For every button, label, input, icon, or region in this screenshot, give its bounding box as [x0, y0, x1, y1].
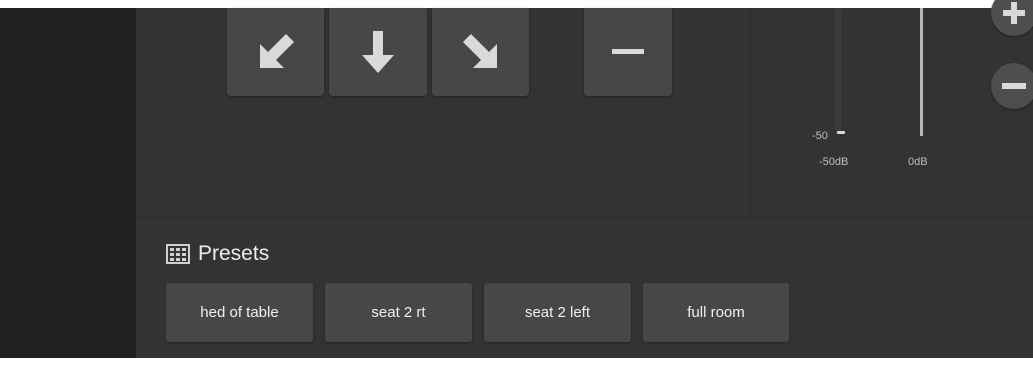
- minus-icon: [612, 49, 644, 54]
- volume-down-button[interactable]: [991, 63, 1033, 109]
- sidebar: [0, 8, 136, 358]
- pan-down-right-button[interactable]: [432, 8, 529, 96]
- panel-divider: [136, 217, 1033, 218]
- plus-icon: [1003, 2, 1025, 24]
- output-level-meter: [920, 8, 923, 136]
- volume-up-button[interactable]: [991, 0, 1033, 36]
- arrow-down-right-icon: [462, 34, 497, 68]
- audio-panel: -50 -50dB 0dB: [750, 0, 1033, 218]
- presets-heading: Presets: [166, 242, 269, 266]
- zoom-out-button[interactable]: [584, 8, 672, 96]
- channel-label-output: 0dB: [908, 156, 928, 168]
- pan-down-left-button[interactable]: [227, 8, 324, 96]
- presets-title: Presets: [198, 242, 270, 265]
- pan-down-button[interactable]: [329, 8, 427, 96]
- mic-level-slider-track[interactable]: [835, 8, 841, 134]
- app-frame: -50 -50dB 0dB Presets hed of table seat …: [0, 0, 1033, 366]
- mic-level-slider-thumb[interactable]: [837, 131, 845, 134]
- preset-button-hed-of-table[interactable]: hed of table: [166, 283, 313, 342]
- meter-scale-min-label: -50: [812, 130, 828, 142]
- grid-keypad-icon: [166, 244, 190, 264]
- minus-icon: [1002, 83, 1026, 89]
- camera-control-panel: [136, 8, 749, 218]
- channel-label-mic: -50dB: [819, 156, 849, 168]
- arrow-down-left-icon: [259, 34, 294, 68]
- preset-button-seat-2-rt[interactable]: seat 2 rt: [325, 283, 472, 342]
- preset-button-full-room[interactable]: full room: [643, 283, 789, 342]
- preset-button-seat-2-left[interactable]: seat 2 left: [484, 283, 631, 342]
- arrow-down-icon: [362, 31, 394, 73]
